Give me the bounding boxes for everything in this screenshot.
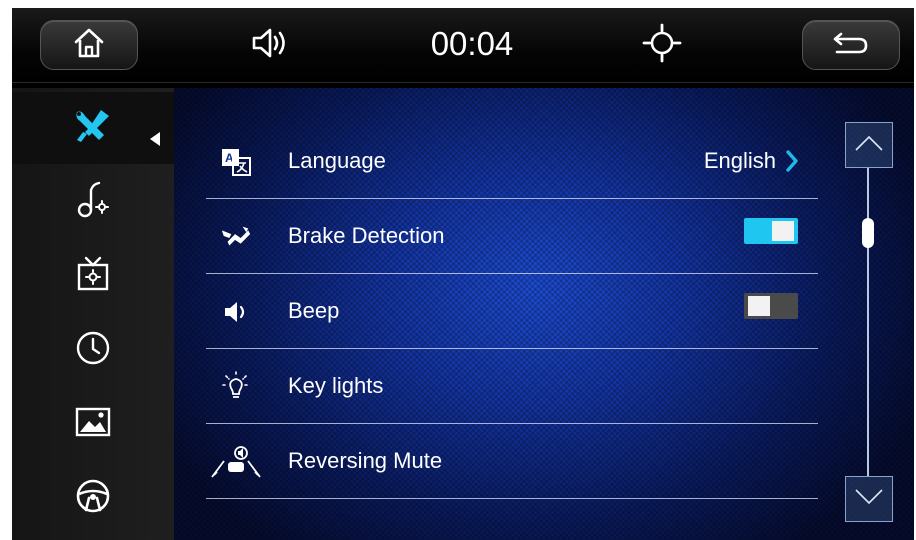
volume-icon (250, 26, 290, 65)
brightness-icon (641, 23, 683, 68)
translate-icon: A (220, 146, 252, 178)
beep-label: Beep (288, 298, 340, 323)
volume-button[interactable] (250, 26, 290, 64)
sidebar-item-steering-wheel-settings[interactable] (12, 462, 174, 534)
music-settings-icon (71, 180, 115, 225)
settings-row-reversing-mute[interactable]: Reversing Mute (206, 424, 818, 499)
beep-toggle[interactable] (744, 293, 798, 319)
sidebar-item-time-settings[interactable] (12, 314, 174, 386)
tools-icon (71, 106, 115, 151)
active-indicator-arrow (150, 132, 160, 146)
language-label: Language (288, 148, 386, 173)
scroll-down-button[interactable] (845, 476, 893, 522)
settings-row-beep[interactable]: Beep (206, 274, 818, 349)
speaker-icon (220, 296, 252, 328)
picture-icon (71, 402, 115, 447)
scroll-track[interactable] (867, 168, 869, 476)
settings-row-brake-detection[interactable]: Brake Detection (206, 199, 818, 274)
brightness-button[interactable] (640, 23, 684, 64)
sidebar (12, 88, 174, 540)
back-arrow-icon (831, 30, 871, 61)
language-value[interactable]: English (704, 124, 776, 198)
key-lights-label: Key lights (288, 373, 384, 398)
settings-panel: A Language English Brake Detection Beep … (174, 88, 914, 540)
sidebar-item-video-settings[interactable] (12, 240, 174, 312)
clock-icon (73, 328, 113, 373)
sidebar-item-wallpaper-settings[interactable] (12, 388, 174, 460)
chevron-down-icon (854, 488, 884, 511)
settings-row-key-lights[interactable]: Key lights (206, 349, 818, 424)
steering-wheel-icon (73, 476, 113, 521)
reversing-mute-label: Reversing Mute (288, 448, 443, 473)
brake-detection-label: Brake Detection (288, 223, 445, 248)
chevron-right-icon[interactable] (784, 149, 800, 173)
toggle-knob (748, 296, 770, 316)
scroll-up-button[interactable] (845, 122, 893, 168)
sidebar-item-audio-settings[interactable] (12, 166, 174, 238)
settings-row-language[interactable]: A Language English (206, 124, 818, 199)
home-button[interactable] (40, 20, 138, 70)
home-icon (72, 27, 106, 64)
toggle-knob (772, 221, 794, 241)
sidebar-item-general-settings[interactable] (12, 92, 174, 164)
brake-detection-toggle[interactable] (744, 218, 798, 244)
back-button[interactable] (802, 20, 900, 70)
brake-detection-icon (220, 221, 252, 253)
tv-settings-icon (71, 254, 115, 299)
top-bar: 00:04 (12, 8, 914, 83)
clock-display: 00:04 (430, 25, 514, 62)
head-unit-screen: 00:04 A Language English Brake Detection… (12, 8, 914, 540)
light-bulb-icon (220, 371, 252, 403)
scroll-thumb[interactable] (862, 218, 874, 248)
reversing-mute-icon (210, 446, 262, 478)
chevron-up-icon (854, 134, 884, 157)
